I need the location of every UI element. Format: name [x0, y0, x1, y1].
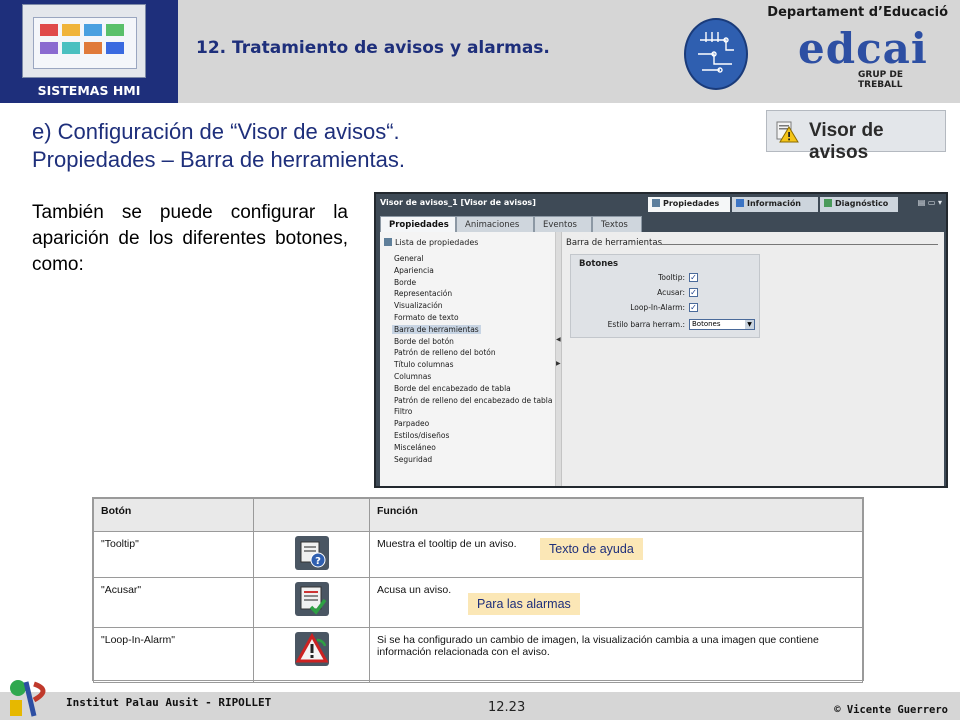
botones-group-title: Botones — [579, 259, 619, 269]
tab-informacion[interactable]: Información — [732, 197, 818, 212]
property-item[interactable]: Estilos/diseños — [392, 431, 451, 440]
property-item[interactable]: General — [392, 254, 426, 263]
subtab-textos[interactable]: Textos — [592, 216, 642, 232]
warning-icon — [776, 121, 799, 143]
property-item[interactable]: Título columnas — [392, 360, 456, 369]
botones-group: Botones Tooltip: ✓ Acusar: ✓ Loop-In-Ala… — [570, 254, 760, 338]
list-icon — [384, 238, 392, 246]
panel-window-title: Visor de avisos_1 [Visor de avisos] — [380, 198, 536, 207]
institut-logo — [4, 676, 56, 720]
function-acusar: Acusa un aviso. — [369, 577, 863, 628]
loop-in-alarm-warning-icon — [294, 632, 329, 666]
callout-para-las-alarmas: Para las alarmas — [468, 593, 580, 615]
content-section-header: Barra de herramientas — [566, 238, 663, 248]
property-item[interactable]: Borde — [392, 278, 418, 287]
body-paragraph: También se puede configurar la aparición… — [32, 202, 348, 275]
table-row: "Tooltip" ? Muestra el tooltip de un avi… — [93, 531, 863, 578]
col-header-funcion: Función — [369, 498, 863, 532]
subtab-animaciones[interactable]: Animaciones — [456, 216, 534, 232]
property-item[interactable]: Misceláneo — [392, 443, 438, 452]
property-item[interactable]: Columnas — [392, 372, 433, 381]
checkbox-loop-in-alarm[interactable]: ✓ — [689, 303, 698, 312]
button-function-table: Botón Función "Tooltip" ? Muestra el too… — [92, 497, 864, 683]
property-item[interactable]: Representación — [392, 289, 454, 298]
svg-text:?: ? — [315, 556, 321, 567]
property-list: Lista de propiedades General Apariencia Bo… — [380, 232, 556, 486]
header-rule — [656, 244, 938, 245]
property-item[interactable]: Filtro — [392, 407, 414, 416]
property-item[interactable]: Barra de herramientas — [392, 324, 481, 334]
property-item[interactable]: Formato de texto — [392, 313, 461, 322]
property-item[interactable]: Seguridad — [392, 455, 434, 464]
edcai-wordmark: edcai — [798, 24, 928, 73]
info-icon — [736, 199, 744, 207]
button-name-tooltip: "Tooltip" — [93, 531, 254, 578]
property-item[interactable]: Patrón de relleno del encabezado de tabl… — [392, 396, 554, 405]
table-row: "Loop-In-Alarm" Si se ha configurado un … — [93, 627, 863, 683]
diagnostics-icon — [824, 199, 832, 207]
section-title: 12. Tratamiento de avisos y alarmas. — [196, 38, 550, 58]
col-header-icon — [253, 498, 370, 532]
callout-texto-de-ayuda: Texto de ayuda — [540, 538, 643, 560]
option-label-acusar: Acusar: — [657, 288, 685, 297]
acknowledge-check-icon — [294, 582, 329, 616]
toolbar-style-value: Botones — [692, 320, 721, 328]
visor-de-avisos-badge: Visor de avisos — [766, 110, 946, 163]
circuit-icon — [698, 32, 734, 73]
property-item[interactable]: Borde del encabezado de tabla — [392, 384, 513, 393]
property-content: Barra de herramientas Botones Tooltip: ✓… — [566, 232, 942, 486]
institut-label: Institut Palau Ausit - RIPOLLET — [66, 696, 272, 709]
style-label: Estilo barra herram.: — [607, 320, 685, 329]
property-list-header: Lista de propiedades — [384, 238, 478, 247]
option-label-loop-in-alarm: Loop-In-Alarm: — [630, 303, 685, 312]
grup-de-treball-label: GRUP DE TREBALL — [858, 70, 903, 90]
function-loop-in-alarm: Si se ha configurado un cambio de imagen… — [369, 627, 863, 683]
option-label-tooltip: Tooltip: — [658, 273, 685, 282]
footer-band: Institut Palau Ausit - RIPOLLET 12.23 © … — [0, 692, 960, 720]
sistemas-hmi-block: SISTEMAS HMI — [0, 0, 178, 103]
visor-de-avisos-label: Visor de avisos — [809, 120, 884, 163]
circuit-globe-logo — [684, 18, 748, 90]
properties-panel-screenshot: Visor de avisos_1 [Visor de avisos] Prop… — [374, 192, 948, 488]
header-band: SISTEMAS HMI 12. Tratamiento de avisos y… — [0, 0, 960, 103]
property-item[interactable]: Visualización — [392, 301, 445, 310]
checkbox-tooltip[interactable]: ✓ — [689, 273, 698, 282]
slide-heading: e) Configuración de “Visor de avisos“. P… — [32, 118, 405, 174]
property-item[interactable]: Apariencia — [392, 266, 436, 275]
heading-line-2: Propiedades – Barra de herramientas. — [32, 147, 405, 172]
property-item[interactable]: Parpadeo — [392, 419, 431, 428]
chevron-down-icon[interactable]: ▼ — [745, 320, 754, 329]
search-icon — [652, 199, 660, 207]
expand-right-icon[interactable]: ▶ — [556, 360, 561, 367]
tab-diagnostico[interactable]: Diagnóstico — [820, 197, 898, 212]
panel-splitter[interactable]: ◀ ▶ — [556, 232, 562, 486]
button-name-loop-in-alarm: "Loop-In-Alarm" — [93, 627, 254, 683]
department-label: Departament d’Educació — [767, 5, 948, 20]
window-controls[interactable]: ▤ ▭ ▾ — [918, 198, 942, 207]
author-label: © Vicente Guerrero — [834, 704, 948, 716]
heading-line-1: e) Configuración de “Visor de avisos“. — [32, 119, 400, 144]
property-item[interactable]: Borde del botón — [392, 337, 456, 346]
tooltip-help-icon: ? — [294, 536, 329, 570]
property-item[interactable]: Patrón de relleno del botón — [392, 348, 498, 357]
page-number: 12.23 — [488, 700, 526, 715]
collapse-left-icon[interactable]: ◀ — [556, 336, 561, 343]
panel-body: Lista de propiedades General Apariencia Bo… — [380, 232, 944, 486]
sistemas-hmi-label: SISTEMAS HMI — [37, 83, 141, 98]
edcai-logo: edcai GRUP DE TREBALL — [798, 24, 948, 90]
tab-propiedades-top[interactable]: Propiedades — [648, 197, 730, 212]
subtab-propiedades[interactable]: Propiedades — [380, 216, 456, 233]
checkbox-acusar[interactable]: ✓ — [689, 288, 698, 297]
subtab-eventos[interactable]: Eventos — [534, 216, 592, 232]
toolbar-style-select[interactable]: Botones ▼ — [689, 319, 755, 330]
button-name-acusar: "Acusar" — [93, 577, 254, 628]
hmi-screen-thumbnail — [22, 4, 146, 78]
col-header-boton: Botón — [93, 498, 254, 532]
